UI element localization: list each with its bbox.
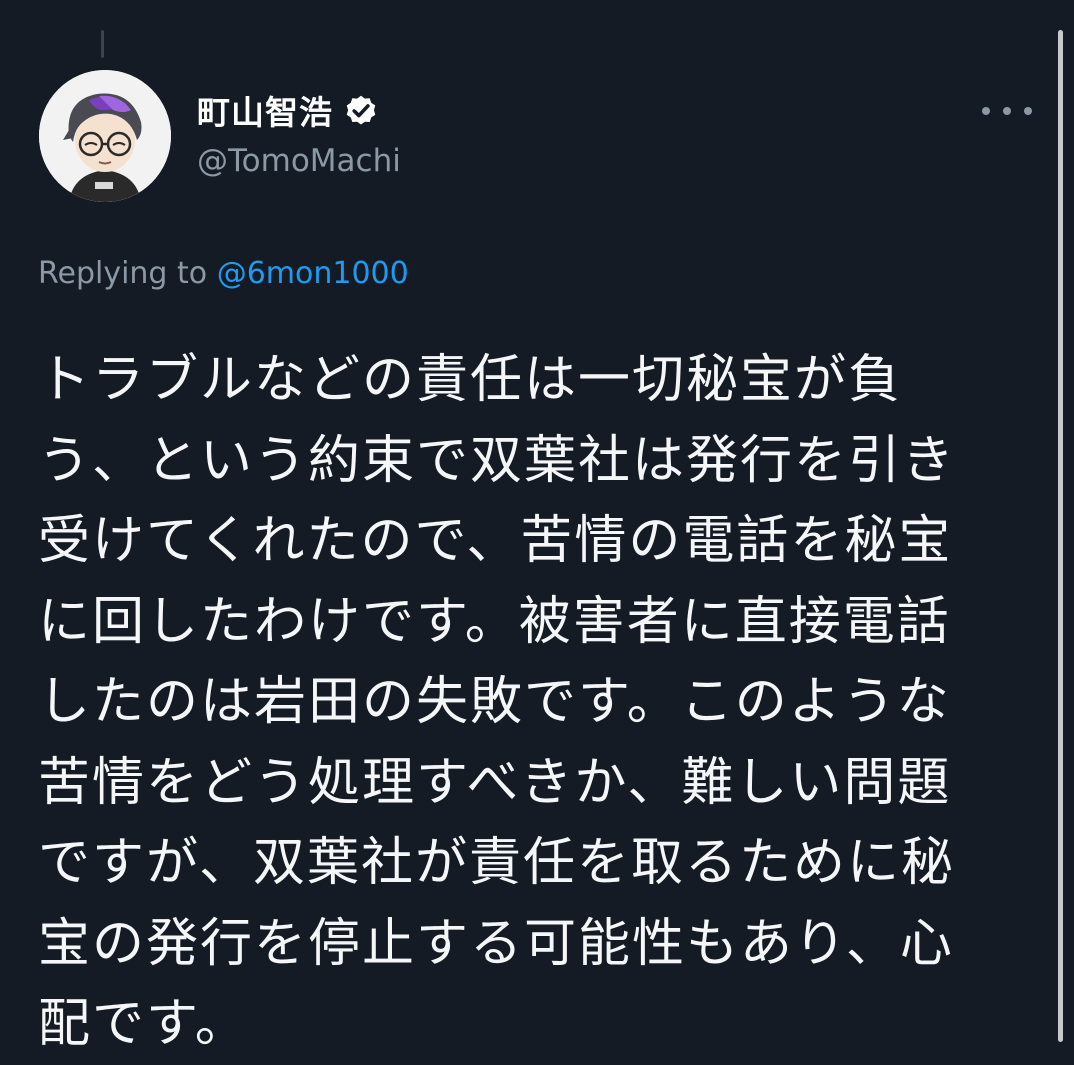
more-options-icon-dot xyxy=(1003,107,1011,115)
reply-mention-link[interactable]: @6mon1000 xyxy=(217,256,409,291)
thread-connector-line xyxy=(101,30,104,58)
avatar[interactable] xyxy=(39,70,171,202)
scrollbar[interactable] xyxy=(1058,30,1063,1042)
verified-badge-icon xyxy=(346,95,376,125)
more-options-icon-dot xyxy=(1024,107,1032,115)
author-display-name[interactable]: 町山智浩 xyxy=(197,86,333,134)
more-options-button[interactable] xyxy=(982,100,1032,122)
tweet-text: トラブルなどの責任は一切秘宝が負 う、という約束で双葉社は発行を引き 受けてくれ… xyxy=(38,350,957,1054)
author-name-row: 町山智浩 xyxy=(197,86,379,134)
replying-to-line: Replying to @6mon1000 xyxy=(38,256,409,291)
avatar-illustration-icon xyxy=(39,70,171,202)
author-handle[interactable]: @TomoMachi xyxy=(197,143,401,179)
more-options-icon xyxy=(982,107,990,115)
replying-to-label: Replying to xyxy=(38,256,208,291)
